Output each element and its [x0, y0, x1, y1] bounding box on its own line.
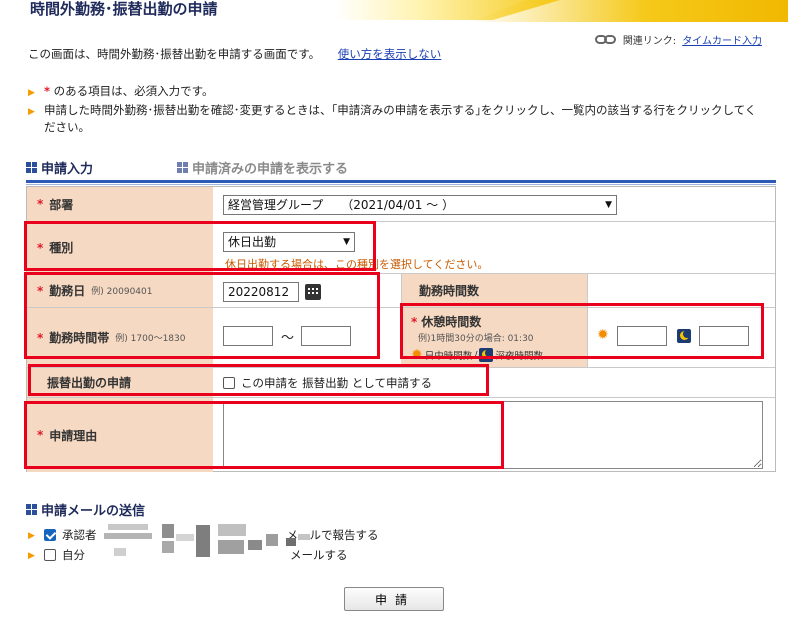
- moon-icon: [677, 329, 691, 343]
- night-hours-caption: 深夜時間数: [495, 351, 543, 362]
- break-label: * 休憩時間数 例)1時間30分の場合: 01:30 ✹ 日中時間数 / 深夜時間…: [401, 308, 587, 367]
- worktime-example: 例) 1700～1830: [115, 334, 186, 344]
- kind-select-wrap: 休日出勤 ▼: [223, 232, 355, 252]
- intro: この画面は、時間外勤務･振替出勤を申請する画面です。 使い方を表示しない: [28, 46, 441, 62]
- workday-input[interactable]: [223, 282, 299, 302]
- required-mark: *: [37, 330, 44, 345]
- substitute-check-text: この申請を 振替出勤 として申請する: [241, 376, 432, 390]
- range-separator: ～: [281, 331, 295, 346]
- tab-label: 申請入力: [41, 162, 94, 177]
- hours-label-text: 勤務時間数: [419, 284, 480, 298]
- calendar-icon[interactable]: [305, 284, 321, 300]
- required-mark: *: [37, 240, 44, 255]
- break-example: 例)1時間30分の場合: 01:30: [418, 334, 534, 344]
- sun-icon: ✹: [411, 347, 423, 363]
- bullet-icon: ▶: [28, 88, 35, 98]
- reason-label-text: 申請理由: [49, 428, 98, 443]
- self-checkbox[interactable]: [44, 549, 56, 561]
- kind-label: * 種別: [27, 222, 213, 273]
- tab-show-applied[interactable]: 申請済みの申請を表示する: [177, 158, 348, 177]
- workday-label: * 勤務日 例) 20090401: [27, 274, 213, 307]
- reason-textarea[interactable]: [223, 401, 763, 469]
- worktime-label: * 勤務時間帯 例) 1700～1830: [27, 308, 213, 367]
- break-label-text: 休憩時間数: [421, 315, 482, 329]
- intro-text: この画面は、時間外勤務･振替出勤を申請する画面です。: [28, 47, 321, 61]
- workday-label-text: 勤務日: [49, 284, 86, 298]
- required-mark: *: [37, 428, 44, 442]
- instruction-item: ▶ 申請した時間外勤務･振替出勤を確認･変更するときは、｢申請済みの申請を表示す…: [28, 102, 758, 136]
- kind-note: 休日出勤する場合は、この種別を選択してください。: [225, 258, 489, 271]
- instruction-text: のある項目は、必須入力です。: [50, 84, 214, 98]
- workday-example: 例) 20090401: [91, 287, 153, 297]
- required-mark: *: [37, 197, 44, 211]
- substitute-label: 振替出勤の申請: [27, 368, 213, 397]
- grid-icon: [26, 504, 37, 515]
- timecard-link[interactable]: タイムカード入力: [682, 32, 762, 47]
- day-hours-caption: 日中時間数: [424, 351, 473, 362]
- tab-apply-input[interactable]: 申請入力: [26, 158, 93, 177]
- day-break-input[interactable]: [617, 326, 667, 346]
- dept-label: * 部署: [27, 187, 213, 221]
- reason-label: * 申請理由: [27, 398, 213, 472]
- page-title: 時間外勤務･振替出勤の申請: [30, 0, 218, 18]
- caption-separator: /: [474, 349, 478, 361]
- tab-divider: [26, 184, 776, 185]
- mail-section-title: 申請メールの送信: [26, 500, 145, 519]
- substitute-checkbox[interactable]: [223, 377, 235, 389]
- submit-button[interactable]: 申請: [344, 587, 444, 611]
- tab-label: 申請済みの申請を表示する: [192, 162, 349, 177]
- hours-label: 勤務時間数: [401, 274, 587, 307]
- bullet-icon: ▶: [28, 107, 35, 117]
- approver-checkbox[interactable]: [44, 529, 56, 541]
- dept-select-wrap: 経営管理グループ （2021/04/01 ～ ） ▼: [223, 195, 617, 215]
- related-label: 関連リンク:: [622, 36, 677, 47]
- night-break-input[interactable]: [699, 326, 749, 346]
- title-bar: 時間外勤務･振替出勤の申請: [0, 0, 788, 22]
- mail-title-text: 申請メールの送信: [41, 504, 146, 519]
- bullet-icon: ▶: [28, 551, 35, 561]
- apply-form: * 部署 経営管理グループ （2021/04/01 ～ ） ▼ * 種別 休日出…: [26, 186, 776, 472]
- tab-divider: [26, 180, 776, 183]
- hide-usage-link[interactable]: 使い方を表示しない: [338, 47, 442, 61]
- sun-icon: ✹: [597, 327, 609, 343]
- substitute-check-row: この申請を 振替出勤 として申請する: [223, 375, 432, 391]
- self-suffix: メールする: [290, 548, 348, 562]
- substitute-label-text: 振替出勤の申請: [47, 376, 132, 390]
- instruction-text: 申請した時間外勤務･振替出勤を確認･変更するときは、｢申請済みの申請を表示する｣…: [44, 103, 757, 134]
- dept-label-text: 部署: [49, 197, 74, 212]
- required-mark: *: [411, 315, 418, 329]
- self-mail-row: ▶ 自分 メールする: [28, 547, 348, 563]
- approver-label: 承認者: [62, 528, 97, 542]
- moon-icon: [479, 348, 494, 362]
- related-links: 関連リンク: タイムカード入力: [594, 32, 762, 47]
- dept-select[interactable]: 経営管理グループ （2021/04/01 ～ ）: [223, 195, 617, 215]
- grid-icon: [177, 162, 189, 173]
- link-icon: [594, 35, 617, 44]
- required-mark: *: [37, 283, 44, 298]
- grid-icon: [26, 162, 37, 173]
- worktime-to-input[interactable]: [301, 326, 351, 346]
- worktime-from-input[interactable]: [223, 326, 273, 346]
- tabs: 申請入力 申請済みの申請を表示する: [26, 158, 348, 177]
- instructions: ▶ * のある項目は、必須入力です。 ▶ 申請した時間外勤務･振替出勤を確認･変…: [28, 83, 758, 136]
- kind-label-text: 種別: [49, 241, 74, 255]
- self-label: 自分: [62, 548, 85, 562]
- instruction-item: ▶ * のある項目は、必須入力です。: [28, 83, 758, 102]
- worktime-label-text: 勤務時間帯: [49, 331, 110, 345]
- kind-select[interactable]: 休日出勤: [223, 232, 355, 252]
- bullet-icon: ▶: [28, 531, 35, 541]
